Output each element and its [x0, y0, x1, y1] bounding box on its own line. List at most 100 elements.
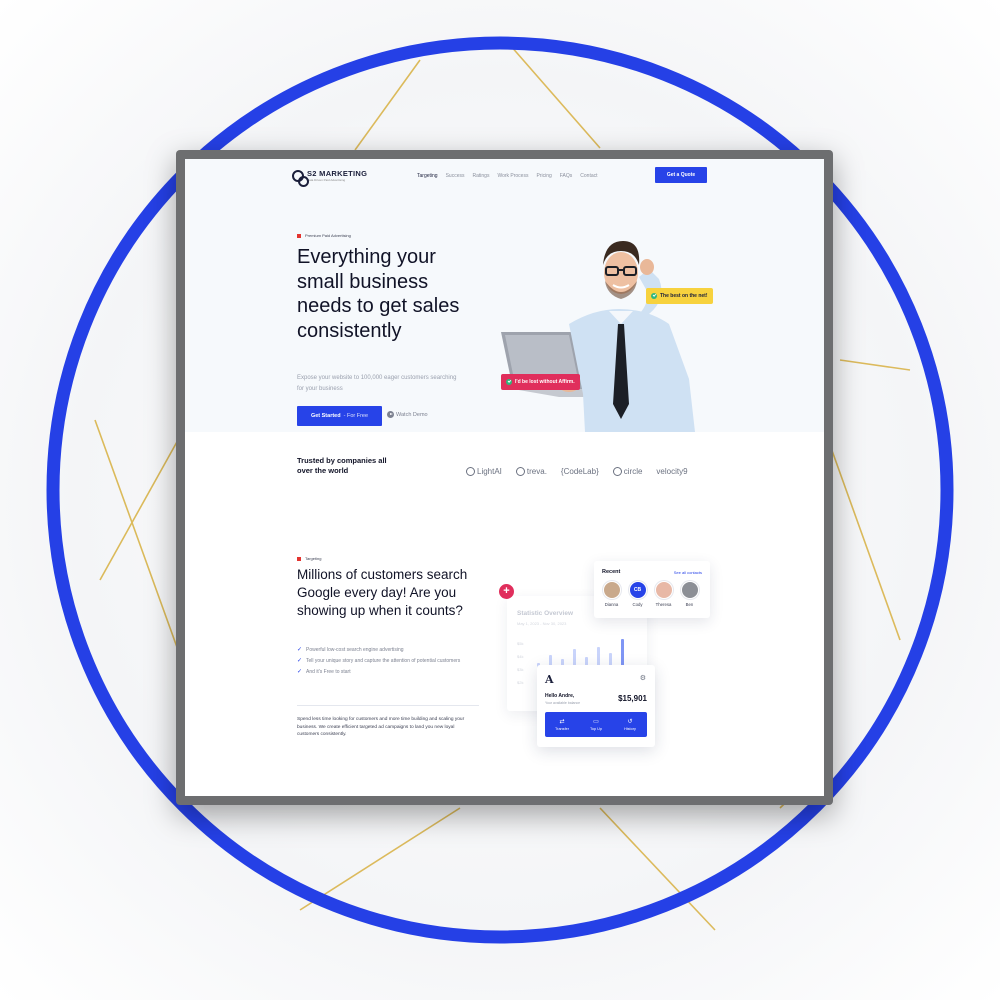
- check-item-text: Tell your unique story and capture the a…: [306, 658, 461, 664]
- gear-icon[interactable]: ⚙: [640, 674, 646, 682]
- history-button[interactable]: ↺ History: [613, 712, 647, 737]
- stat-y-label: $2k: [517, 680, 524, 685]
- contact-name: Theresa: [655, 602, 672, 607]
- logo-tagline: Data Driven Paid Advertising: [307, 178, 346, 182]
- brand-circle: circle: [612, 467, 643, 476]
- targeting-eyebrow: Targeting: [297, 556, 321, 561]
- hero-person-image: [501, 241, 695, 432]
- check-item-text: And it's Free to start: [306, 669, 351, 675]
- testimonial-badge-best: The best on the net!: [646, 288, 713, 304]
- nav-item-work-process[interactable]: Work Process: [497, 173, 528, 179]
- contact-name: Dianna: [604, 602, 619, 607]
- brand-treva-text: treva.: [526, 467, 547, 476]
- badge-affirm-text: I'd be lost without Affirm.: [515, 379, 575, 385]
- logo-mark-icon: [292, 170, 309, 187]
- stat-y-label: $4k: [517, 654, 524, 659]
- transfer-button[interactable]: ⇄ Transfer: [545, 712, 579, 737]
- check-circle-icon: [651, 293, 657, 299]
- brand-lightai-text: LightAI: [477, 467, 502, 476]
- avatar: [654, 581, 673, 599]
- balance-hint: Your available balance: [545, 701, 581, 705]
- check-item: ✓ And it's Free to start: [297, 667, 472, 677]
- brand-circle-text: circle: [623, 467, 643, 476]
- avatar: [680, 581, 699, 599]
- brand-codelab-text: {CodeLab}: [560, 467, 599, 476]
- watch-demo-label: Watch Demo: [396, 411, 428, 418]
- contact-ben[interactable]: Ben: [680, 581, 699, 607]
- recent-contacts-card: Recent See all contacts Dianna CB Cody T…: [594, 561, 710, 618]
- greeting: Hello Andre,: [545, 693, 575, 699]
- contact-cody[interactable]: CB Cody: [628, 581, 647, 607]
- avatar: [602, 581, 621, 599]
- targeting-title-highlight: Millions: [297, 567, 343, 582]
- brand-velocity-text: velocity9: [656, 467, 688, 476]
- hero-subtitle: Expose your website to 100,000 eager cus…: [297, 375, 457, 392]
- bank-logo: A: [545, 673, 554, 686]
- hero-eyebrow: Premium Paid Advertising: [297, 233, 351, 238]
- contact-theresa[interactable]: Theresa: [654, 581, 673, 607]
- history-label: History: [624, 726, 636, 731]
- website-page: S2 MARKETING Data Driven Paid Advertisin…: [185, 159, 824, 796]
- transfer-icon: ⇄: [559, 718, 565, 725]
- contact-name: Cody: [632, 602, 643, 607]
- targeting-title: Millions of customers search Google ever…: [297, 566, 487, 620]
- logo-text: S2 MARKETING: [307, 169, 368, 178]
- play-icon: [387, 411, 394, 418]
- stat-card-date-range: May 1, 2023 - Nov 30, 2023: [517, 621, 567, 626]
- avatar: CB: [628, 581, 647, 599]
- brand-codelab: {CodeLab}: [561, 467, 599, 476]
- recent-title: Recent: [602, 569, 621, 575]
- checkmark-icon: ✓: [297, 669, 303, 675]
- get-started-label: Get Started: [310, 413, 341, 419]
- circle-logo-icon: [612, 467, 622, 476]
- treva-logo-icon: [515, 467, 525, 476]
- nav-item-pricing[interactable]: Pricing: [536, 173, 551, 179]
- hero-title: Everything your small business needs to …: [297, 245, 487, 343]
- contact-dianna[interactable]: Dianna: [602, 581, 621, 607]
- check-item: ✓ Powerful low-cost search engine adverti…: [297, 645, 472, 655]
- check-circle-icon: [506, 379, 512, 385]
- top-up-label: Top Up: [589, 726, 603, 731]
- nav-item-faqs[interactable]: FAQs: [560, 173, 573, 179]
- feature-checklist: ✓ Powerful low-cost search engine adverti…: [297, 645, 472, 678]
- targeting-paragraph: Spend less time looking for customers an…: [297, 717, 465, 737]
- brand-lightai: LightAI: [466, 467, 502, 476]
- nav-item-ratings[interactable]: Ratings: [472, 173, 489, 179]
- section-divider: [297, 705, 479, 706]
- nav-item-contact[interactable]: Contact: [580, 173, 597, 179]
- stat-card-title: Statistic Overview: [517, 610, 573, 617]
- hero-title-highlight: Everything: [297, 246, 392, 268]
- check-item-text: Powerful low-cost search engine advertis…: [306, 647, 404, 653]
- nav-item-targeting[interactable]: Targeting: [417, 173, 438, 179]
- checkmark-icon: ✓: [297, 647, 303, 653]
- get-quote-button[interactable]: Get a Quote: [655, 167, 707, 183]
- get-started-sub: - For Free: [343, 413, 369, 419]
- bank-action-bar: ⇄ Transfer ▭ Top Up ↺ History: [545, 712, 647, 737]
- see-all-contacts-link[interactable]: See all contacts: [674, 570, 702, 575]
- main-nav: Targeting Success Ratings Work Process P…: [417, 173, 598, 179]
- contact-list: Dianna CB Cody Theresa Ben: [602, 581, 699, 607]
- badge-best-text: The best on the net!: [660, 293, 708, 299]
- balance-amount: $15,901: [618, 694, 647, 703]
- brand-velocity: velocity9: [656, 467, 687, 476]
- checkmark-icon: ✓: [297, 658, 303, 664]
- get-started-button[interactable]: Get Started - For Free: [297, 406, 382, 426]
- balance-card: A ⚙ Hello Andre, Your available balance …: [537, 665, 655, 747]
- check-item: ✓ Tell your unique story and capture the …: [297, 656, 472, 666]
- transfer-label: Transfer: [555, 726, 569, 731]
- card-icon: ▭: [593, 718, 599, 725]
- browser-frame: S2 MARKETING Data Driven Paid Advertisin…: [176, 150, 833, 805]
- watch-demo-link[interactable]: Watch Demo: [387, 411, 428, 418]
- contact-name: Ben: [685, 602, 694, 607]
- history-icon: ↺: [627, 718, 633, 725]
- nav-item-success[interactable]: Success: [446, 173, 465, 179]
- site-logo[interactable]: S2 MARKETING Data Driven Paid Advertisin…: [292, 169, 368, 187]
- stat-y-label: $5k: [517, 641, 524, 646]
- promo-stage: S2 MARKETING Data Driven Paid Advertisin…: [0, 0, 1000, 1000]
- top-up-button[interactable]: ▭ Top Up: [579, 712, 613, 737]
- trusted-heading: Trusted by companies all over the world: [297, 456, 387, 475]
- brand-logos: LightAI treva. {CodeLab} circle velocity…: [466, 467, 688, 476]
- brand-treva: treva.: [515, 467, 547, 476]
- add-button[interactable]: +: [499, 584, 514, 599]
- stat-y-label: $3k: [517, 667, 524, 672]
